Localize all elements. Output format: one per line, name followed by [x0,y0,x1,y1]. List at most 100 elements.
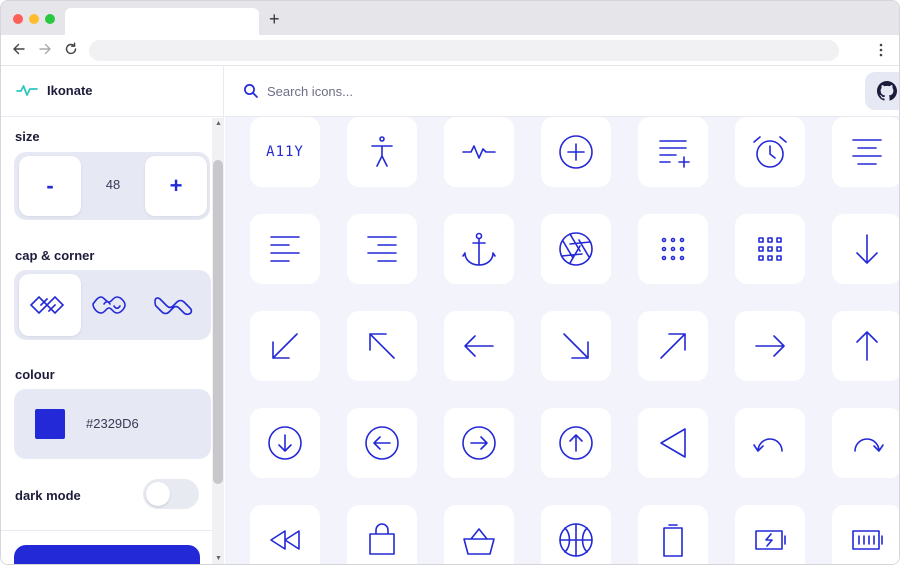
arrow-up-right-icon [660,333,686,359]
icon-tile-arrow-right-circle[interactable] [444,408,514,478]
address-bar[interactable] [89,40,839,61]
icon-tile-battery[interactable] [638,505,708,564]
icon-tile-activity[interactable] [444,117,514,187]
sidebar: Ikonate size - 48 + cap & corner colour … [1,66,224,564]
icon-tile-arrow-down-left[interactable] [250,311,320,381]
apps-icon [758,237,782,261]
main-content: A11Y [225,66,899,564]
colour-label: colour [15,367,55,382]
icon-tile-accessibility[interactable] [347,117,417,187]
bag-icon [369,523,395,555]
dark-mode-toggle[interactable] [143,479,199,509]
new-tab-button[interactable]: + [269,10,280,28]
arrow-down-circle-icon [268,426,302,460]
battery-full-icon [852,530,883,550]
apps-alt-icon [661,237,685,261]
cap-corner-label: cap & corner [15,248,95,263]
browser-tab[interactable] [65,8,259,35]
icon-tile-alarm[interactable] [735,117,805,187]
browser-window: + Ikonate size - 48 + cap & corner colou… [0,0,900,565]
icon-tile-bag[interactable] [347,505,417,564]
battery-charging-icon [755,530,786,550]
add-icon [559,135,593,169]
icon-tile-align-center[interactable] [832,117,899,187]
icon-tile-align-right[interactable] [347,214,417,284]
icon-tile-anchor[interactable] [444,214,514,284]
undo-icon [753,438,783,452]
search-input[interactable] [267,80,767,102]
rewind-icon [270,530,300,550]
accessibility-icon [371,136,393,167]
scroll-down-icon[interactable]: ▼ [215,555,222,563]
icon-grid: A11Y [225,117,899,564]
icon-tile-redo[interactable] [832,408,899,478]
download-button[interactable] [14,545,200,564]
cap-round-option[interactable] [81,274,143,336]
colour-picker[interactable]: #2329D6 [14,389,211,459]
icon-tile-add-to-list[interactable] [638,117,708,187]
icon-tile-rewind[interactable] [250,505,320,564]
icon-tile-arrow-down[interactable] [832,214,899,284]
icon-tile-a11y[interactable]: A11Y [250,117,320,187]
align-center-icon [852,139,882,165]
search-bar [225,66,899,117]
icon-tile-arrow-down-circle[interactable] [250,408,320,478]
aperture-icon [559,232,593,266]
arrow-left-circle-icon [365,426,399,460]
maximize-window-button[interactable] [45,14,55,24]
icon-tile-arrow-up-left[interactable] [347,311,417,381]
icon-tile-apps-alt[interactable] [638,214,708,284]
logo-icon [16,85,38,96]
increase-size-button[interactable]: + [145,156,207,216]
icon-tile-apps[interactable] [735,214,805,284]
back-icon[interactable] [11,41,27,57]
more-options-icon[interactable] [873,41,889,59]
icon-tile-undo[interactable] [735,408,805,478]
activity-icon [462,145,496,159]
icon-tile-arrow-right[interactable] [735,311,805,381]
close-window-button[interactable] [13,14,23,24]
a11y-icon: A11Y [266,144,304,160]
navigation-bar [1,35,899,66]
arrow-right-circle-icon [462,426,496,460]
dark-mode-label: dark mode [15,488,81,503]
size-value: 48 [105,177,121,192]
sidebar-controls: size - 48 + cap & corner colour #2329D6 … [1,118,212,564]
cap-corner-selector [14,270,211,340]
icon-tile-arrow-left-circle[interactable] [347,408,417,478]
scroll-up-icon[interactable]: ▲ [215,120,222,128]
icon-tile-back[interactable] [638,408,708,478]
size-stepper: - 48 + [14,152,210,220]
arrow-up-circle-icon [559,426,593,460]
search-icon [244,84,258,98]
icon-tile-add[interactable] [541,117,611,187]
alarm-icon [753,136,787,168]
colour-hex-value: #2329D6 [86,416,139,431]
square-miter-icon [29,295,65,315]
forward-icon[interactable] [37,41,53,57]
icon-tile-arrow-up[interactable] [832,311,899,381]
cap-square-option[interactable] [19,274,81,336]
icon-tile-arrow-left[interactable] [444,311,514,381]
sidebar-scroll-thumb[interactable] [213,160,223,484]
reload-icon[interactable] [63,41,79,57]
brand[interactable]: Ikonate [1,66,224,117]
icon-tile-battery-charging[interactable] [735,505,805,564]
app: Ikonate size - 48 + cap & corner colour … [1,66,899,564]
icon-tile-battery-full[interactable] [832,505,899,564]
colour-swatch[interactable] [35,409,65,439]
arrow-down-left-icon [272,333,298,359]
icon-tile-basket[interactable] [444,505,514,564]
decrease-size-button[interactable]: - [19,156,81,216]
icon-tile-align-left[interactable] [250,214,320,284]
minimize-window-button[interactable] [29,14,39,24]
round-miter-icon [154,297,193,316]
icon-tile-aperture[interactable] [541,214,611,284]
cap-round-miter-option[interactable] [143,274,205,336]
icon-tile-arrow-up-right[interactable] [638,311,708,381]
github-link-button[interactable] [865,72,899,110]
icon-tile-basketball[interactable] [541,505,611,564]
battery-icon [663,524,683,557]
icon-tile-arrow-down-right[interactable] [541,311,611,381]
icon-tile-arrow-up-circle[interactable] [541,408,611,478]
